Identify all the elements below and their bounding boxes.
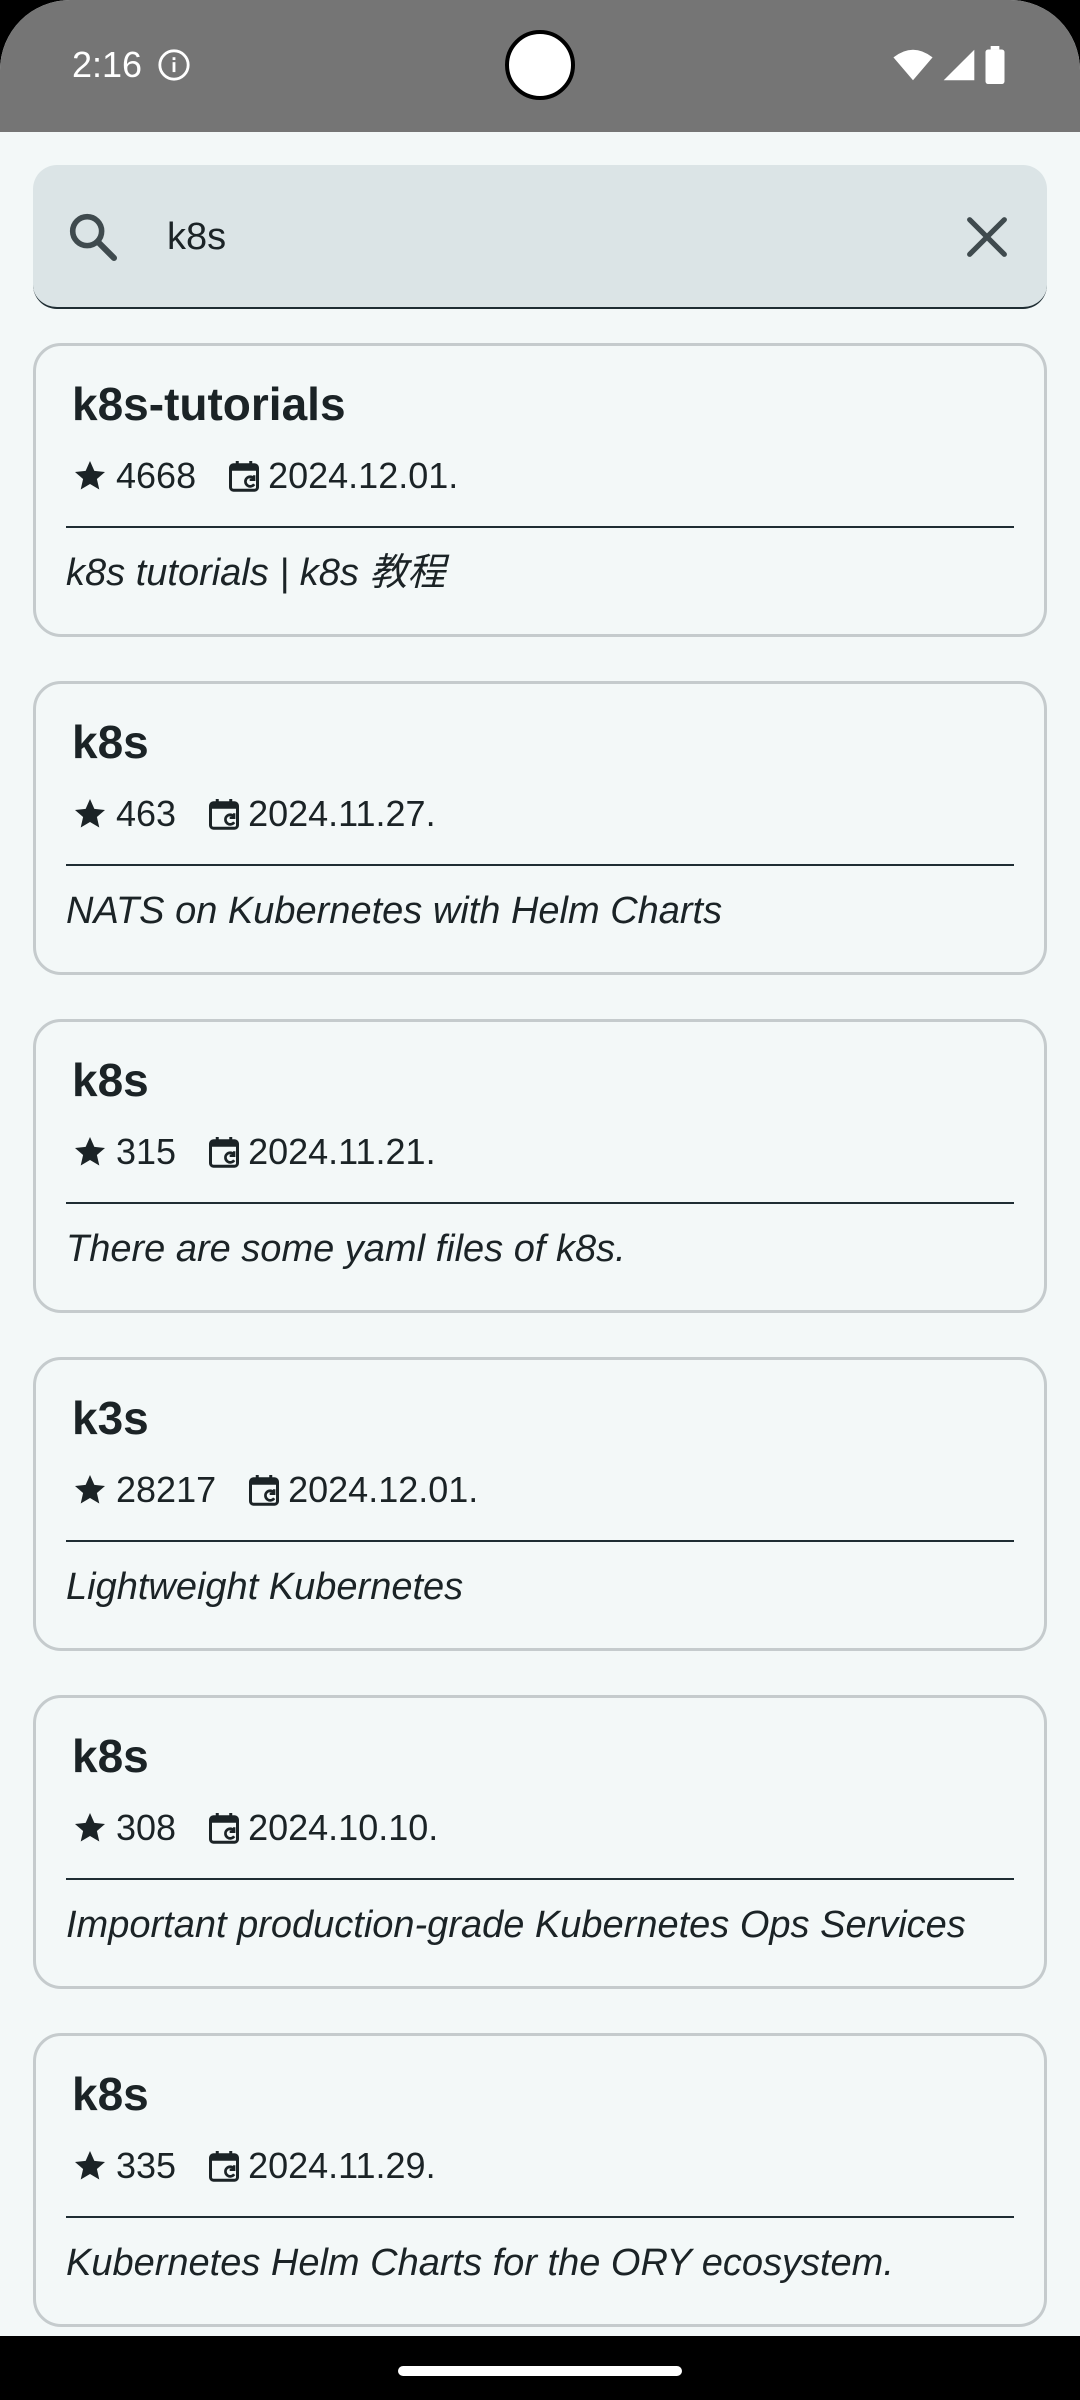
- status-icons: [892, 46, 1006, 84]
- star-count: 315: [116, 1131, 177, 1172]
- star-icon: [75, 799, 105, 828]
- updated-date: 2024.11.27.: [248, 793, 436, 834]
- divider: [66, 864, 1014, 866]
- star-count: 4668: [116, 455, 197, 496]
- star-count: 308: [116, 1807, 177, 1848]
- repo-title: k8s: [72, 1054, 149, 1106]
- signal-icon: [943, 49, 975, 81]
- repo-card[interactable]: k8s 315 2024.11.21. There are some yaml …: [33, 1019, 1047, 1313]
- screen: 2:16 k8s k8s-tutorials 4668 2024.12.01. …: [0, 0, 1080, 2400]
- updated-date: 2024.11.29.: [248, 2145, 436, 2186]
- divider: [66, 1540, 1014, 1542]
- divider: [66, 526, 1014, 528]
- info-icon: [158, 49, 190, 81]
- star-count: 28217: [116, 1469, 217, 1510]
- repo-title: k8s-tutorials: [72, 378, 346, 430]
- updated-date: 2024.12.01.: [268, 455, 459, 496]
- star-count: 335: [116, 2145, 177, 2186]
- battery-icon: [985, 46, 1005, 84]
- calendar-update-icon: [209, 1813, 240, 1844]
- divider: [66, 2216, 1014, 2218]
- status-time: 2:16: [72, 44, 143, 85]
- star-icon: [75, 1813, 105, 1842]
- home-indicator[interactable]: [398, 2366, 682, 2376]
- repo-meta: 28217 2024.12.01.: [72, 1468, 1014, 1512]
- repo-card[interactable]: k8s-tutorials 4668 2024.12.01. k8s tutor…: [33, 343, 1047, 637]
- updated-date: 2024.11.21.: [248, 1131, 436, 1172]
- repo-meta: 4668 2024.12.01.: [72, 454, 1014, 498]
- results-list: k8s-tutorials 4668 2024.12.01. k8s tutor…: [33, 343, 1047, 2371]
- close-icon[interactable]: [961, 211, 1013, 263]
- star-count: 463: [116, 793, 177, 834]
- status-bar: 2:16: [0, 0, 1080, 132]
- repo-description: Kubernetes Helm Charts for the ORY ecosy…: [66, 2242, 894, 2284]
- updated-date: 2024.10.10.: [248, 1807, 439, 1848]
- camera-cutout: [505, 30, 575, 100]
- repo-card[interactable]: k8s 308 2024.10.10. Important production…: [33, 1695, 1047, 1989]
- repo-description: Important production-grade Kubernetes Op…: [66, 1904, 966, 1946]
- repo-card[interactable]: k8s 335 2024.11.29. Kubernetes Helm Char…: [33, 2033, 1047, 2327]
- divider: [66, 1878, 1014, 1880]
- star-icon: [75, 461, 105, 490]
- repo-title: k8s: [72, 716, 149, 768]
- calendar-update-icon: [209, 2151, 240, 2182]
- wifi-icon: [893, 49, 933, 81]
- calendar-update-icon: [229, 461, 260, 492]
- repo-card[interactable]: k3s 28217 2024.12.01. Lightweight Kubern…: [33, 1357, 1047, 1651]
- star-icon: [75, 1137, 105, 1166]
- search-bar: [33, 165, 1047, 309]
- repo-description: There are some yaml files of k8s.: [66, 1228, 626, 1270]
- repo-title: k8s: [72, 1730, 149, 1782]
- repo-title: k8s: [72, 2068, 149, 2120]
- calendar-update-icon: [209, 799, 240, 830]
- search-input[interactable]: [167, 195, 927, 279]
- star-icon: [75, 2151, 105, 2180]
- repo-meta: 463 2024.11.27.: [72, 792, 1014, 836]
- star-icon: [75, 1475, 105, 1504]
- repo-meta: 315 2024.11.21.: [72, 1130, 1014, 1174]
- search-icon[interactable]: [65, 209, 121, 265]
- repo-title: k3s: [72, 1392, 149, 1444]
- updated-date: 2024.12.01.: [288, 1469, 479, 1510]
- calendar-update-icon: [249, 1475, 280, 1506]
- repo-description: k8s tutorials | k8s 教程: [66, 552, 446, 594]
- repo-description: Lightweight Kubernetes: [66, 1566, 464, 1608]
- divider: [66, 1202, 1014, 1204]
- repo-meta: 308 2024.10.10.: [72, 1806, 1014, 1850]
- calendar-update-icon: [209, 1137, 240, 1168]
- repo-card[interactable]: k8s 463 2024.11.27. NATS on Kubernetes w…: [33, 681, 1047, 975]
- repo-description: NATS on Kubernetes with Helm Charts: [66, 890, 723, 932]
- repo-meta: 335 2024.11.29.: [72, 2144, 1014, 2188]
